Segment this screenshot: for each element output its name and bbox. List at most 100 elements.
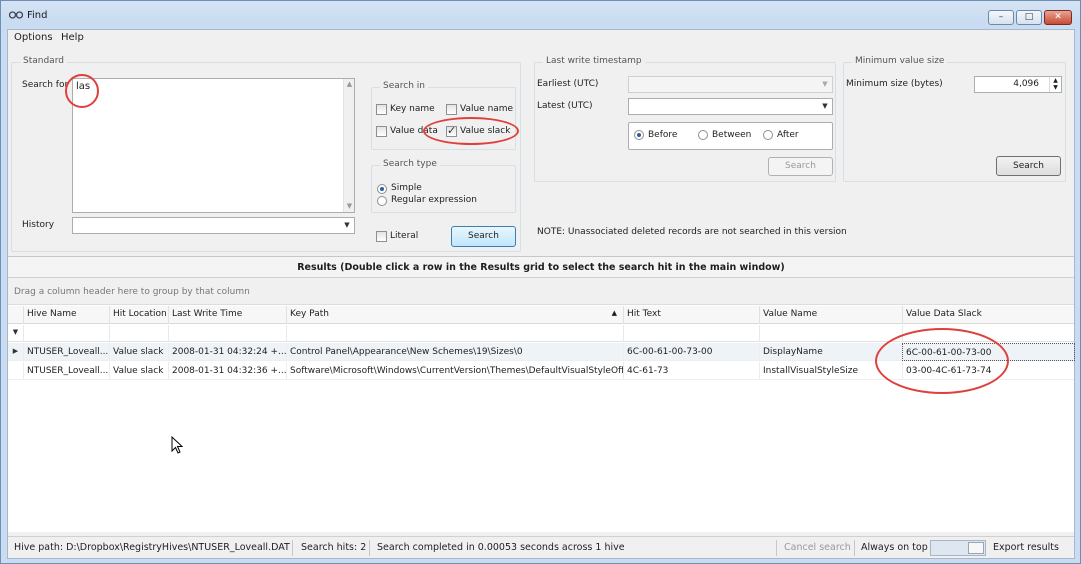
col-hit-location[interactable]: Hit Location — [109, 306, 168, 324]
filter-icon: ▼ — [12, 328, 19, 336]
note-text: NOTE: Unassociated deleted records are n… — [537, 227, 847, 237]
value-data-label: Value data — [390, 126, 438, 136]
earliest-label: Earliest (UTC) — [537, 79, 599, 89]
col-hit-text[interactable]: Hit Text — [623, 306, 759, 324]
literal-label: Literal — [390, 231, 419, 241]
search-for-label: Search for — [22, 80, 69, 90]
search-in-group: Search in — [371, 81, 516, 150]
regex-radio[interactable] — [377, 196, 387, 206]
cell-hit-text: 6C-00-61-00-73-00 — [623, 343, 759, 361]
column-header-row: Hive Name Hit Location Last Write Time K… — [8, 306, 1074, 324]
results-grid: Drag a column header here to group by th… — [8, 278, 1075, 532]
cell-value-name: DisplayName — [759, 343, 902, 361]
literal-checkbox[interactable] — [376, 231, 387, 242]
col-hive-name[interactable]: Hive Name — [23, 306, 109, 324]
timestamp-search-button[interactable]: Search — [768, 157, 833, 176]
cell-key-path: Software\Microsoft\Windows\CurrentVersio… — [286, 362, 623, 380]
filter-cell[interactable] — [109, 325, 168, 342]
value-slack-checkbox[interactable] — [446, 124, 457, 137]
table-row[interactable]: ▶ NTUSER_Loveall... Value slack 2008-01-… — [8, 343, 1075, 361]
search-for-value: las — [76, 81, 91, 92]
earliest-combo[interactable]: ▼ — [628, 76, 833, 93]
value-name-checkbox[interactable] — [446, 104, 457, 115]
min-size-search-button[interactable]: Search — [996, 156, 1061, 176]
cell-key-path: Control Panel\Appearance\New Schemes\19\… — [286, 343, 623, 361]
search-type-label: Search type — [380, 159, 440, 169]
value-slack-label: Value slack — [460, 126, 511, 136]
value-data-checkbox[interactable] — [376, 126, 387, 137]
title-bar: Find – □ ✕ — [1, 1, 1080, 29]
col-value-data-slack[interactable]: Value Data Slack — [902, 306, 1075, 324]
latest-label: Latest (UTC) — [537, 101, 593, 111]
export-results-button[interactable]: Export results — [993, 542, 1059, 553]
key-name-checkbox[interactable] — [376, 104, 387, 115]
col-key-path[interactable]: Key Path ▲ — [286, 306, 623, 324]
search-completed-text: Search completed in 0.00053 seconds acro… — [377, 542, 625, 553]
window-title: Find — [27, 10, 48, 21]
history-label: History — [22, 220, 55, 230]
after-label: After — [777, 130, 799, 140]
simple-label: Simple — [391, 183, 422, 193]
cell-time: 2008-01-31 04:32:36 +... — [168, 362, 286, 380]
status-bar: Hive path: D:\Dropbox\RegistryHives\NTUS… — [8, 536, 1074, 558]
menu-options[interactable]: Options — [14, 32, 53, 43]
cell-slack: 6C-00-61-00-73-00 — [902, 343, 1075, 361]
key-name-label: Key name — [390, 104, 435, 114]
cancel-search-button[interactable]: Cancel search — [784, 542, 851, 553]
cell-time: 2008-01-31 04:32:24 +... — [168, 343, 286, 361]
cell-hive: NTUSER_Loveall... — [23, 343, 109, 361]
spin-arrows-icon[interactable]: ▲ ▼ — [1049, 77, 1061, 92]
minimize-button[interactable]: – — [988, 10, 1014, 25]
simple-radio[interactable] — [377, 184, 387, 194]
sort-ascending-icon: ▲ — [611, 309, 617, 317]
group-by-hint: Drag a column header here to group by th… — [14, 287, 250, 297]
mouse-pointer-icon — [171, 436, 183, 454]
maximize-button[interactable]: □ — [1016, 10, 1042, 25]
timestamp-group-label: Last write timestamp — [543, 56, 645, 66]
menu-help[interactable]: Help — [61, 32, 84, 43]
menu-bar: Options Help — [8, 30, 1074, 48]
between-label: Between — [712, 130, 752, 140]
filter-cell[interactable] — [23, 325, 109, 342]
cell-location: Value slack — [109, 362, 168, 380]
value-name-label: Value name — [460, 104, 514, 114]
always-on-top-toggle[interactable] — [930, 540, 986, 556]
search-for-input[interactable]: las ▲ ▼ — [72, 78, 355, 213]
find-app-icon — [9, 11, 23, 19]
col-value-name[interactable]: Value Name — [759, 306, 902, 324]
chevron-down-icon[interactable]: ▼ — [340, 218, 354, 233]
filter-cell[interactable] — [902, 325, 1075, 342]
before-label: Before — [648, 130, 678, 140]
between-radio[interactable] — [698, 130, 708, 140]
chevron-down-icon[interactable]: ▼ — [818, 99, 832, 114]
min-size-label: Minimum size (bytes) — [846, 79, 943, 89]
min-size-value: 4,096 — [1013, 79, 1039, 89]
search-for-scrollbar[interactable]: ▲ ▼ — [343, 79, 354, 212]
cell-hit-text: 4C-61-73 — [623, 362, 759, 380]
filter-cell[interactable] — [759, 325, 902, 342]
scroll-up-icon[interactable]: ▲ — [344, 79, 355, 90]
cell-hive: NTUSER_Loveall... — [23, 362, 109, 380]
filter-cell[interactable] — [623, 325, 759, 342]
standard-search-button[interactable]: Search — [451, 226, 516, 247]
min-size-group-label: Minimum value size — [852, 56, 948, 66]
standard-group-label: Standard — [20, 56, 67, 66]
filter-cell[interactable] — [168, 325, 286, 342]
close-button[interactable]: ✕ — [1044, 10, 1072, 25]
group-by-area[interactable]: Drag a column header here to group by th… — [8, 278, 1074, 305]
latest-combo[interactable]: ▼ — [628, 98, 833, 115]
col-last-write-time[interactable]: Last Write Time — [168, 306, 286, 324]
status-divider — [854, 540, 855, 556]
toggle-thumb[interactable] — [968, 542, 984, 554]
history-combo[interactable]: ▼ — [72, 217, 355, 234]
after-radio[interactable] — [763, 130, 773, 140]
client-area: Options Help Standard Search for las ▲ ▼… — [7, 29, 1075, 559]
min-size-stepper[interactable]: 4,096 ▲ ▼ — [974, 76, 1062, 93]
chevron-down-icon[interactable]: ▼ — [818, 77, 832, 92]
table-row[interactable]: NTUSER_Loveall... Value slack 2008-01-31… — [8, 362, 1074, 380]
search-hits-text: Search hits: 2 — [301, 542, 367, 553]
before-radio[interactable] — [634, 130, 644, 140]
hive-path-text: Hive path: D:\Dropbox\RegistryHives\NTUS… — [14, 542, 290, 553]
scroll-down-icon[interactable]: ▼ — [344, 201, 355, 212]
filter-cell[interactable] — [286, 325, 623, 342]
